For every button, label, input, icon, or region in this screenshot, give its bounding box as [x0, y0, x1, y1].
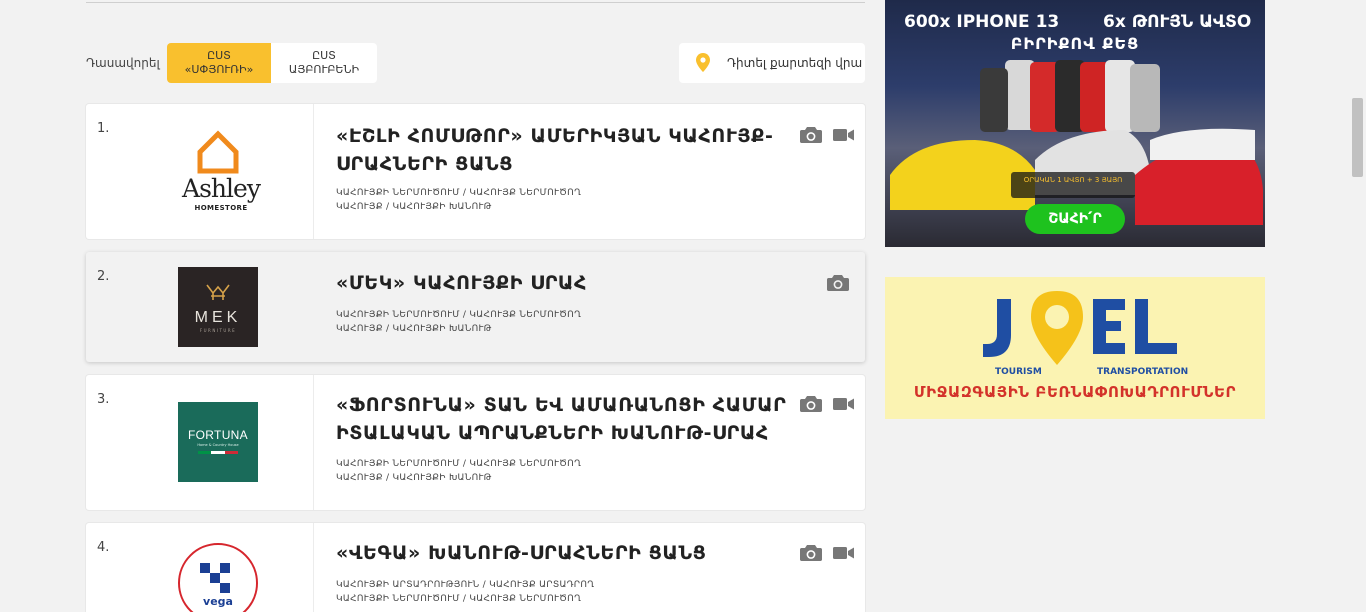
- ashley-wordmark: Ashley: [182, 174, 261, 203]
- ad-tag: ՕՐԱԿԱՆ 1 ԱՎՏՈ + 3 ՅԱՅՈ: [1011, 172, 1135, 198]
- sort-by-popularity-button[interactable]: ԸՍՏ «ՍՓՅՈՒՌԻ»: [167, 43, 271, 83]
- divider-line: [86, 2, 865, 3]
- listing-categories: ԿԱՀՈՒՅՔԻ ՆԵՐՄՈՒԾՈՒՄ / ԿԱՀՈՒՅՔ ՆԵՐՄՈՒԾՈՂ …: [336, 186, 581, 214]
- listing-categories: ԿԱՀՈՒՅՔԻ ՆԵՐՄՈՒԾՈՒՄ / ԿԱՀՈՒՅՔ ՆԵՐՄՈՒԾՈՂ …: [336, 457, 581, 485]
- listing-category-line2: ԿԱՀՈՒՅՔ / ԿԱՀՈՒՅՔԻ ԽԱՆՈՒԹ: [336, 473, 492, 483]
- listing-category-line2: ԿԱՀՈՒՅՔ / ԿԱՀՈՒՅՔԻ ԽԱՆՈՒԹ: [336, 202, 492, 212]
- listing-logo-area[interactable]: 4. vega: [86, 523, 314, 612]
- camera-icon[interactable]: [800, 544, 822, 562]
- listing-category-line1: ԿԱՀՈՒՅՔԻ ՆԵՐՄՈՒԾՈՒՄ / ԿԱՀՈՒՅՔ ՆԵՐՄՈՒԾՈՂ: [336, 459, 582, 469]
- listing-title-line2: ՍՐԱՀՆԵՐԻ ՑԱՆՑ: [336, 153, 514, 175]
- location-pin-icon: [696, 53, 710, 72]
- listing-logo-area[interactable]: 2. MEK FURNITURE: [86, 252, 314, 362]
- sort-alphabet-line1: ԸՍՏ: [312, 49, 336, 62]
- sort-label: Դասավորել: [86, 56, 160, 70]
- ad-cta-button[interactable]: ՇԱՀԻ՛Ր: [1025, 204, 1125, 234]
- listing-title[interactable]: «ՎԵԳԱ» ԽԱՆՈՒԹ-ՍՐԱՀՆԵՐԻ ՑԱՆՑ: [336, 539, 806, 567]
- mek-logo: MEK FURNITURE: [178, 267, 258, 347]
- listing-card[interactable]: 1. Ashley HOMESTORE «ԷՇԼԻ ՀՈՄՍԹՈՐ» ԱՄԵՐԻ…: [86, 104, 865, 239]
- fortuna-subtitle: Home & Country House: [197, 443, 239, 447]
- listing-title-line1: «ՎԵԳԱ» ԽԱՆՈՒԹ-ՍՐԱՀՆԵՐԻ ՑԱՆՑ: [336, 542, 707, 564]
- sort-popularity-line2: «ՍՓՅՈՒՌԻ»: [184, 63, 254, 76]
- listing-number: 2.: [97, 269, 110, 284]
- sort-alphabet-line2: ԱՅԲՈՒԲԵՆԻ: [288, 63, 360, 76]
- sort-by-alphabet-button[interactable]: ԸՍՏ ԱՅԲՈՒԲԵՆԻ: [271, 43, 377, 83]
- mek-wordmark: MEK: [194, 309, 242, 326]
- fortuna-wordmark: FORTUNA: [188, 428, 248, 442]
- listing-logo-area[interactable]: 3. FORTUNA Home & Country House: [86, 375, 314, 510]
- scrollbar-thumb[interactable]: [1352, 98, 1363, 177]
- listing-media-icons: [827, 272, 849, 292]
- video-camera-icon[interactable]: [833, 546, 855, 560]
- lottery-ad-banner[interactable]: 600x IPHONE 13 6x ԹՈՒՅՆ ԱՎՏՕ ԲԻՐԻՔՈՎ ՔԵՑ…: [885, 0, 1265, 247]
- listing-media-icons: [800, 393, 855, 413]
- listing-title-line2: ԻՏԱԼԱԿԱՆ ԱՊՐԱՆՔՆԵՐԻ ԽԱՆՈՒԹ-ՍՐԱՀ: [336, 422, 769, 444]
- sort-popularity-line1: ԸՍՏ: [207, 49, 231, 62]
- listing-categories: ԿԱՀՈՒՅՔԻ ԱՐՏԱԴՐՈՒԹՅՈՒՆ / ԿԱՀՈՒՅՔ ԱՐՏԱԴՐՈ…: [336, 578, 594, 606]
- listing-categories: ԿԱՀՈՒՅՔԻ ՆԵՐՄՈՒԾՈՒՄ / ԿԱՀՈՒՅՔ ՆԵՐՄՈՒԾՈՂ …: [336, 308, 581, 336]
- listing-title-line1: «ՖՈՐՏՈՒՆԱ» ՏԱՆ ԵՎ ԱՄԱՌԱՆՈՑԻ ՀԱՄԱՐ: [336, 394, 787, 416]
- listing-number: 3.: [97, 392, 110, 407]
- listing-number: 4.: [97, 540, 110, 555]
- vega-logo: vega: [178, 543, 258, 612]
- listing-title-line1: «ԷՇԼԻ ՀՈՄՍԹՈՐ» ԱՄԵՐԻԿՅԱՆ ԿԱՀՈՒՅՔ-: [336, 125, 774, 147]
- camera-icon[interactable]: [827, 274, 849, 292]
- ashley-logo: Ashley HOMESTORE: [176, 130, 266, 215]
- view-on-map-label: Դիտել քարտեզի վրա: [727, 56, 863, 70]
- house-icon: [197, 130, 239, 174]
- listing-card[interactable]: 4. vega «ՎԵԳԱ» ԽԱՆՈՒԹ-ՍՐԱՀՆԵՐԻ ՑԱՆՑ ԿԱՀՈ…: [86, 523, 865, 612]
- listing-card[interactable]: 3. FORTUNA Home & Country House «ՖՈՐՏՈՒՆ…: [86, 375, 865, 510]
- joel-sub-right: TRANSPORTATION: [1097, 367, 1188, 377]
- view-on-map-button[interactable]: Դիտել քարտեզի վրա: [679, 43, 865, 83]
- listing-media-icons: [800, 542, 855, 562]
- ashley-subtitle: HOMESTORE: [194, 204, 248, 212]
- checker-mark-icon: [200, 563, 230, 593]
- chair-icon: [206, 284, 230, 300]
- camera-icon[interactable]: [800, 126, 822, 144]
- scrollbar-track[interactable]: [1349, 0, 1366, 612]
- listing-title[interactable]: «ՄԵԿ» ԿԱՀՈՒՅՔԻ ՍՐԱՀ: [336, 269, 806, 297]
- listing-media-icons: [800, 124, 855, 144]
- joel-sub-left: TOURISM: [995, 367, 1042, 377]
- listing-logo-area[interactable]: 1. Ashley HOMESTORE: [86, 104, 314, 239]
- video-camera-icon[interactable]: [833, 397, 855, 411]
- joel-ad-banner[interactable]: TOURISM TRANSPORTATION ՄԻՋԱԶԳԱՅԻՆ ԲԵՌՆԱՓ…: [885, 277, 1265, 419]
- listing-category-line2: ԿԱՀՈՒՅՔԻ ՆԵՐՄՈՒԾՈՒՄ / ԿԱՀՈՒՅՔ ՆԵՐՄՈՒԾՈՂ: [336, 594, 582, 604]
- listing-category-line1: ԿԱՀՈՒՅՔԻ ՆԵՐՄՈՒԾՈՒՄ / ԿԱՀՈՒՅՔ ՆԵՐՄՈՒԾՈՂ: [336, 188, 582, 198]
- joel-logo: TOURISM TRANSPORTATION: [983, 291, 1188, 377]
- listing-title[interactable]: «ԷՇԼԻ ՀՈՄՍԹՈՐ» ԱՄԵՐԻԿՅԱՆ ԿԱՀՈՒՅՔ- ՍՐԱՀՆԵ…: [336, 122, 806, 178]
- listing-card[interactable]: 2. MEK FURNITURE «ՄԵԿ» ԿԱՀՈՒՅՔԻ ՍՐԱՀ ԿԱՀ…: [86, 252, 865, 362]
- listing-number: 1.: [97, 121, 110, 136]
- listing-category-line1: ԿԱՀՈՒՅՔԻ ՆԵՐՄՈՒԾՈՒՄ / ԿԱՀՈՒՅՔ ՆԵՐՄՈՒԾՈՂ: [336, 310, 582, 320]
- listing-title-line1: «ՄԵԿ» ԿԱՀՈՒՅՔԻ ՍՐԱՀ: [336, 272, 587, 294]
- camera-icon[interactable]: [800, 395, 822, 413]
- listing-category-line1: ԿԱՀՈՒՅՔԻ ԱՐՏԱԴՐՈՒԹՅՈՒՆ / ԿԱՀՈՒՅՔ ԱՐՏԱԴՐՈ…: [336, 580, 595, 590]
- vega-wordmark: vega: [203, 595, 233, 608]
- mek-subtitle: FURNITURE: [199, 328, 237, 333]
- italian-flag-stripe: [198, 451, 238, 454]
- joel-subtitle: ՄԻՋԱԶԳԱՅԻՆ ԲԵՌՆԱՓՈԽԱԴՐՈՒՄՆԵՐ: [913, 383, 1237, 401]
- listing-category-line2: ԿԱՀՈՒՅՔ / ԿԱՀՈՒՅՔԻ ԽԱՆՈՒԹ: [336, 324, 492, 334]
- fortuna-logo: FORTUNA Home & Country House: [178, 402, 258, 482]
- listing-title[interactable]: «ՖՈՐՏՈՒՆԱ» ՏԱՆ ԵՎ ԱՄԱՌԱՆՈՑԻ ՀԱՄԱՐ ԻՏԱԼԱԿ…: [336, 391, 806, 447]
- video-camera-icon[interactable]: [833, 128, 855, 142]
